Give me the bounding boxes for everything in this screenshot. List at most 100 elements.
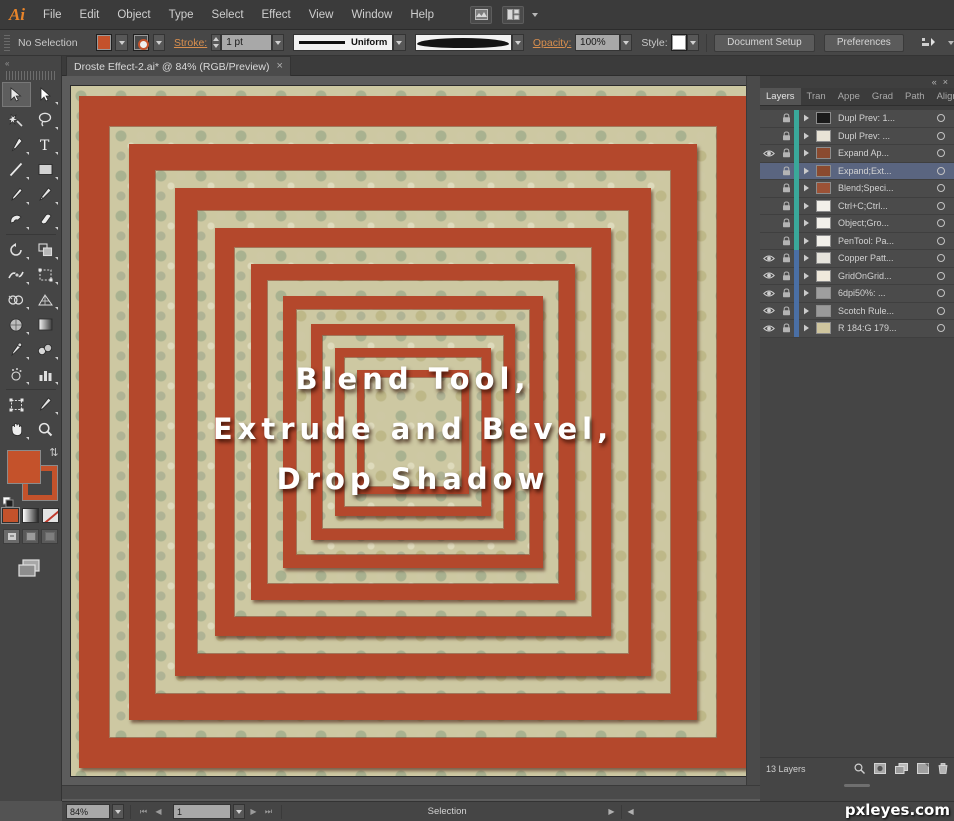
layer-row[interactable]: Object;Gro... bbox=[760, 214, 954, 233]
menu-help[interactable]: Help bbox=[401, 0, 443, 30]
layer-lock-toggle[interactable] bbox=[778, 271, 794, 281]
layer-row[interactable]: Expand Ap... bbox=[760, 144, 954, 163]
stroke-color-swatch[interactable] bbox=[133, 34, 149, 51]
layer-lock-toggle[interactable] bbox=[778, 166, 794, 176]
locate-object-icon[interactable] bbox=[854, 763, 865, 774]
layer-expand-arrow[interactable] bbox=[799, 202, 813, 210]
tab-transform[interactable]: Tran bbox=[801, 88, 832, 105]
tools-panel-grip[interactable] bbox=[6, 71, 55, 80]
pencil-tool[interactable] bbox=[31, 182, 60, 207]
layer-expand-arrow[interactable] bbox=[799, 149, 813, 157]
layer-lock-toggle[interactable] bbox=[778, 323, 794, 333]
brush-definition-dropdown[interactable] bbox=[393, 34, 406, 51]
menu-edit[interactable]: Edit bbox=[71, 0, 109, 30]
brush-definition-select[interactable]: Uniform bbox=[293, 34, 394, 51]
canvas-horizontal-scrollbar[interactable] bbox=[62, 785, 760, 799]
layer-lock-toggle[interactable] bbox=[778, 131, 794, 141]
full-screen-with-menu-button[interactable] bbox=[22, 529, 39, 544]
zoom-level-dropdown[interactable] bbox=[112, 804, 124, 819]
gradient-tool[interactable] bbox=[31, 312, 60, 337]
layer-target-indicator[interactable] bbox=[928, 166, 954, 175]
make-clipping-mask-icon[interactable] bbox=[874, 763, 886, 774]
previous-page-icon[interactable]: ◀ bbox=[152, 804, 165, 819]
menu-object[interactable]: Object bbox=[108, 0, 159, 30]
layer-lock-toggle[interactable] bbox=[778, 236, 794, 246]
layer-lock-toggle[interactable] bbox=[778, 183, 794, 193]
zoom-level-input[interactable]: 84% bbox=[66, 804, 110, 819]
menu-select[interactable]: Select bbox=[203, 0, 253, 30]
layer-expand-arrow[interactable] bbox=[799, 289, 813, 297]
layer-lock-toggle[interactable] bbox=[778, 201, 794, 211]
layer-lock-toggle[interactable] bbox=[778, 253, 794, 263]
align-icon[interactable] bbox=[918, 34, 940, 52]
close-panel-icon[interactable]: × bbox=[943, 77, 948, 87]
swap-fill-stroke-icon[interactable]: ⇅ bbox=[49, 446, 58, 459]
magic-wand-tool[interactable] bbox=[2, 107, 31, 132]
last-page-icon[interactable]: ⏭ bbox=[262, 804, 275, 819]
arrange-documents-group[interactable] bbox=[497, 5, 538, 24]
layer-row[interactable]: GridOnGrid... bbox=[760, 267, 954, 285]
layer-lock-toggle[interactable] bbox=[778, 288, 794, 298]
layer-expand-arrow[interactable] bbox=[799, 307, 813, 315]
variable-width-dropdown[interactable] bbox=[511, 34, 524, 51]
free-transform-tool[interactable] bbox=[31, 262, 60, 287]
hand-tool[interactable] bbox=[2, 417, 31, 442]
align-chevron-icon[interactable] bbox=[948, 40, 954, 45]
layer-expand-arrow[interactable] bbox=[799, 237, 813, 245]
fill-color-swatch[interactable] bbox=[95, 34, 112, 51]
tab-appearance[interactable]: Appe bbox=[832, 88, 866, 105]
opacity-input[interactable]: 100% bbox=[575, 34, 621, 51]
normal-screen-mode-button[interactable] bbox=[3, 529, 20, 544]
blend-tool[interactable] bbox=[31, 337, 60, 362]
layer-row[interactable]: PenTool: Pa... bbox=[760, 232, 954, 250]
menu-view[interactable]: View bbox=[300, 0, 343, 30]
delete-selection-icon[interactable] bbox=[938, 763, 948, 774]
scale-tool[interactable] bbox=[31, 237, 60, 262]
type-tool[interactable]: T bbox=[31, 132, 60, 157]
layer-visibility-toggle[interactable] bbox=[760, 324, 778, 333]
layer-target-indicator[interactable] bbox=[928, 289, 954, 298]
layer-lock-toggle[interactable] bbox=[778, 306, 794, 316]
variable-width-profile[interactable] bbox=[414, 34, 512, 51]
layer-visibility-toggle[interactable] bbox=[760, 271, 778, 280]
stroke-weight-dropdown[interactable] bbox=[271, 34, 284, 51]
layer-target-indicator[interactable] bbox=[928, 236, 954, 245]
tools-panel-collapse[interactable]: « bbox=[0, 56, 61, 70]
layer-target-indicator[interactable] bbox=[928, 254, 954, 263]
layer-expand-arrow[interactable] bbox=[799, 272, 813, 280]
arrange-documents-icon[interactable] bbox=[502, 5, 524, 24]
graphic-style-dropdown[interactable] bbox=[687, 34, 700, 51]
tab-layers[interactable]: Layers bbox=[760, 88, 801, 105]
fill-swatch-large[interactable] bbox=[6, 450, 41, 484]
layer-target-indicator[interactable] bbox=[928, 219, 954, 228]
layer-target-indicator[interactable] bbox=[928, 131, 954, 140]
menu-file[interactable]: File bbox=[34, 0, 71, 30]
fill-color-dropdown[interactable] bbox=[115, 34, 128, 51]
layer-lock-toggle[interactable] bbox=[778, 113, 794, 123]
layer-expand-arrow[interactable] bbox=[799, 324, 813, 332]
document-tab[interactable]: Droste Effect-2.ai* @ 84% (RGB/Preview) … bbox=[66, 56, 291, 76]
pen-tool[interactable] bbox=[2, 132, 31, 157]
layer-expand-arrow[interactable] bbox=[799, 219, 813, 227]
menu-type[interactable]: Type bbox=[160, 0, 203, 30]
first-page-icon[interactable]: ⏮ bbox=[137, 804, 150, 819]
layer-expand-arrow[interactable] bbox=[799, 114, 813, 122]
shape-builder-tool[interactable] bbox=[2, 287, 31, 312]
layer-expand-arrow[interactable] bbox=[799, 132, 813, 140]
menu-effect[interactable]: Effect bbox=[253, 0, 300, 30]
layer-visibility-toggle[interactable] bbox=[760, 289, 778, 298]
layer-target-indicator[interactable] bbox=[928, 201, 954, 210]
layer-row[interactable]: Expand;Ext... bbox=[760, 162, 954, 180]
layer-row[interactable]: 6dpi50%: ... bbox=[760, 284, 954, 303]
next-page-icon[interactable]: ▶ bbox=[247, 804, 260, 819]
canvas-vertical-scrollbar[interactable] bbox=[746, 76, 760, 785]
gradient-mode-button[interactable] bbox=[22, 508, 39, 523]
opacity-dropdown[interactable] bbox=[620, 34, 633, 51]
width-tool[interactable] bbox=[2, 262, 31, 287]
artboard-tool[interactable] bbox=[2, 392, 31, 417]
status-menu-icon[interactable]: ▶ bbox=[608, 807, 614, 816]
layer-row[interactable]: Copper Patt... bbox=[760, 249, 954, 268]
layer-row[interactable]: R 184:G 179... bbox=[760, 319, 954, 338]
rotate-tool[interactable] bbox=[2, 237, 31, 262]
eraser-tool[interactable] bbox=[31, 207, 60, 232]
